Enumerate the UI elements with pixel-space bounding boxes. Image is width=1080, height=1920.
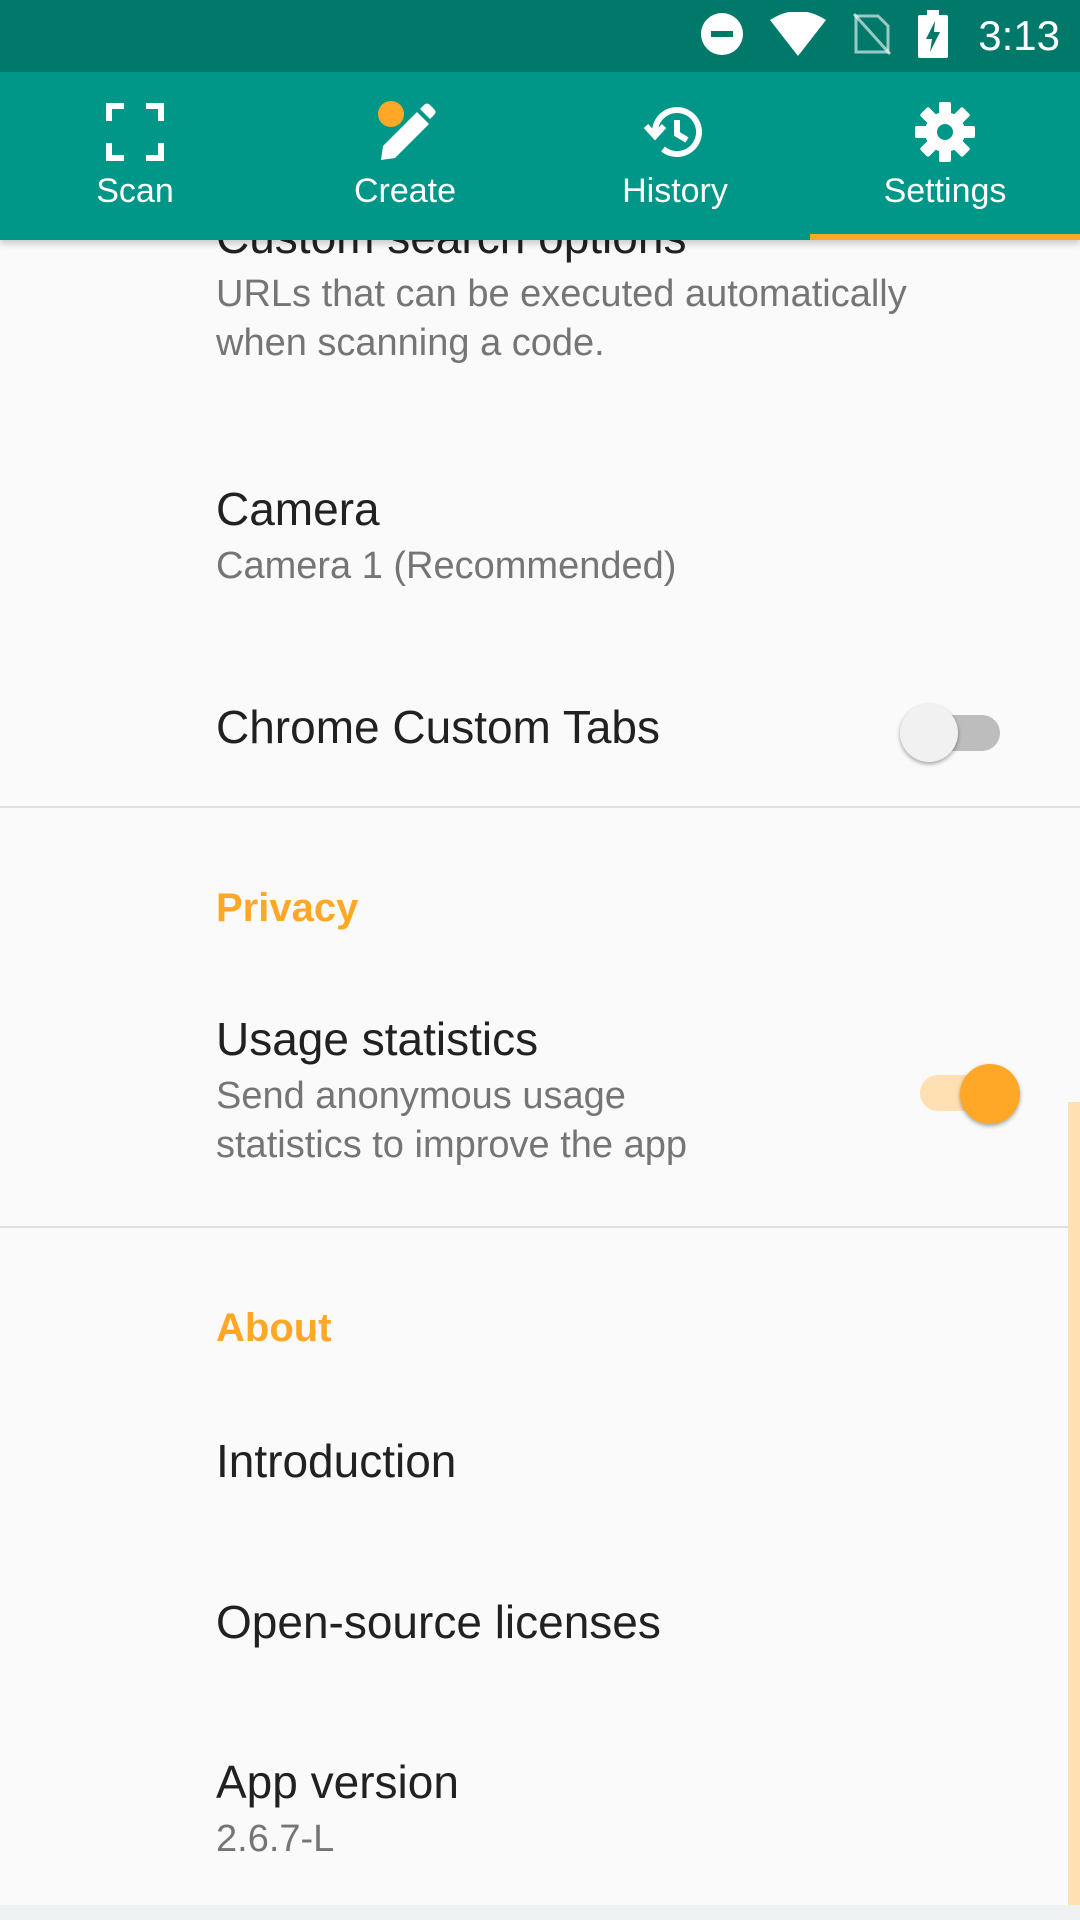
open-source-licenses-title: Open-source licenses — [216, 1596, 661, 1648]
camera-item[interactable]: Camera Camera 1 (Recommended) — [216, 482, 1080, 591]
custom-search-options-item[interactable]: Custom search options URLs that can be e… — [216, 240, 1080, 368]
tab-create[interactable]: Create — [270, 72, 540, 240]
tab-selected-indicator — [810, 234, 1080, 240]
status-time: 3:13 — [978, 12, 1060, 59]
wifi-icon — [770, 10, 827, 61]
no-sim-icon — [852, 12, 892, 61]
pencil-icon — [373, 100, 437, 164]
switch-thumb — [900, 704, 958, 762]
tab-settings-label: Settings — [883, 172, 1007, 210]
introduction-title: Introduction — [216, 1435, 457, 1487]
chrome-custom-tabs-switch[interactable] — [900, 698, 1004, 768]
battery-charging-icon — [918, 9, 949, 63]
introduction-item[interactable]: Introduction — [216, 1434, 1080, 1488]
tab-scan[interactable]: Scan — [0, 72, 270, 240]
history-icon — [643, 100, 707, 164]
tab-settings[interactable]: Settings — [810, 72, 1080, 240]
status-bar: 3:13 — [0, 0, 1080, 72]
tab-create-label: Create — [353, 172, 457, 210]
usage-statistics-switch[interactable] — [916, 1058, 1024, 1128]
tab-bar: Scan Create History Settings — [0, 72, 1080, 240]
divider — [0, 806, 1080, 808]
camera-title: Camera — [216, 483, 380, 535]
usage-statistics-summary: Send anonymous usage statistics to impro… — [216, 1075, 687, 1166]
do-not-disturb-icon — [700, 12, 744, 61]
tab-history-label: History — [622, 172, 728, 210]
open-source-licenses-item[interactable]: Open-source licenses — [216, 1595, 1080, 1649]
app-version-value: 2.6.7-L — [216, 1818, 335, 1860]
about-category-header: About — [216, 1306, 332, 1350]
scrollbar[interactable] — [1068, 1102, 1080, 1920]
bottom-edge — [0, 1905, 1080, 1920]
app-version-item[interactable]: App version 2.6.7-L — [216, 1755, 1080, 1864]
scan-frame-icon — [103, 100, 167, 164]
gear-icon — [913, 100, 977, 164]
tab-scan-label: Scan — [96, 172, 174, 210]
switch-thumb — [960, 1064, 1020, 1124]
custom-search-options-summary: URLs that can be executed automatically … — [216, 273, 907, 364]
app-version-title: App version — [216, 1756, 459, 1808]
privacy-category-header: Privacy — [216, 886, 359, 930]
divider — [0, 1226, 1080, 1228]
custom-search-options-title: Custom search options — [216, 240, 1080, 264]
tab-history[interactable]: History — [540, 72, 810, 240]
camera-summary: Camera 1 (Recommended) — [216, 545, 677, 587]
settings-list[interactable]: Custom search options URLs that can be e… — [0, 240, 1080, 1920]
